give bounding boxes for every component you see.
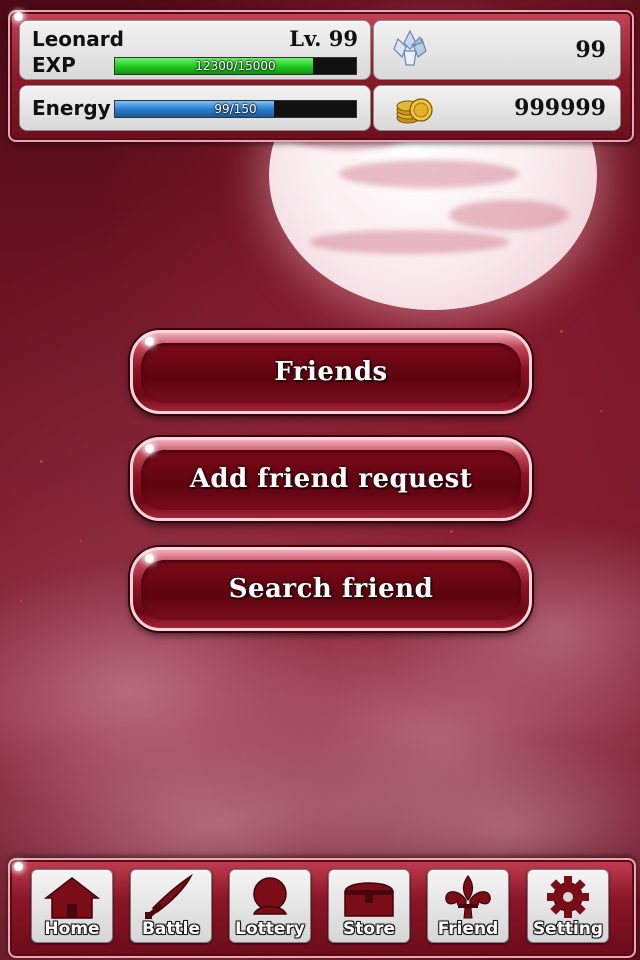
exp-value: 12300/15000 xyxy=(195,59,276,73)
chest-icon xyxy=(329,874,409,920)
glint xyxy=(14,862,23,871)
energy-box: Energy 99/150 xyxy=(19,85,371,131)
nav-home-button[interactable]: Home xyxy=(31,869,113,943)
exp-bar: 12300/15000 xyxy=(114,57,357,75)
search-friend-button-label: Search friend xyxy=(228,574,434,604)
nav-battle-label: Battle xyxy=(141,919,201,939)
nav-friend-button[interactable]: Friend xyxy=(427,869,509,943)
add-friend-request-button-label: Add friend request xyxy=(189,464,473,494)
friends-button-label: Friends xyxy=(274,357,388,387)
glint xyxy=(145,337,154,346)
glint xyxy=(145,554,154,563)
coin-count: 999999 xyxy=(514,95,606,121)
gear-icon xyxy=(528,874,608,920)
nav-store-button[interactable]: Store xyxy=(328,869,410,943)
nav-lottery-button[interactable]: Lottery xyxy=(229,869,311,943)
friends-button[interactable]: Friends xyxy=(130,330,532,414)
player-level: Lv. 99 xyxy=(289,26,358,51)
energy-bar: 99/150 xyxy=(114,100,357,118)
nav-home-label: Home xyxy=(44,919,100,939)
nav-setting-button[interactable]: Setting xyxy=(527,869,609,943)
exp-label: EXP xyxy=(32,53,76,77)
player-info-box: Leonard Lv. 99 EXP 12300/15000 xyxy=(19,20,371,80)
lottery-icon xyxy=(230,874,310,920)
energy-value: 99/150 xyxy=(214,102,257,116)
nav-setting-label: Setting xyxy=(532,919,604,939)
energy-label: Energy xyxy=(32,96,111,120)
coin-box[interactable]: 999999 xyxy=(373,85,621,131)
crystal-icon xyxy=(390,29,430,73)
add-friend-request-button[interactable]: Add friend request xyxy=(130,437,532,521)
nav-battle-button[interactable]: Battle xyxy=(130,869,212,943)
glint xyxy=(145,444,154,453)
nav-friend-label: Friend xyxy=(437,919,499,939)
glint xyxy=(14,12,23,21)
player-name: Leonard xyxy=(32,27,124,51)
nav-lottery-label: Lottery xyxy=(235,919,305,939)
nav-store-label: Store xyxy=(343,919,395,939)
coins-icon xyxy=(394,90,434,130)
crystal-box[interactable]: 99 xyxy=(373,20,621,80)
sword-icon xyxy=(131,874,211,920)
crystal-count: 99 xyxy=(575,37,606,63)
house-icon xyxy=(32,874,112,920)
search-friend-button[interactable]: Search friend xyxy=(130,547,532,631)
fleur-de-lis-icon xyxy=(428,874,508,920)
